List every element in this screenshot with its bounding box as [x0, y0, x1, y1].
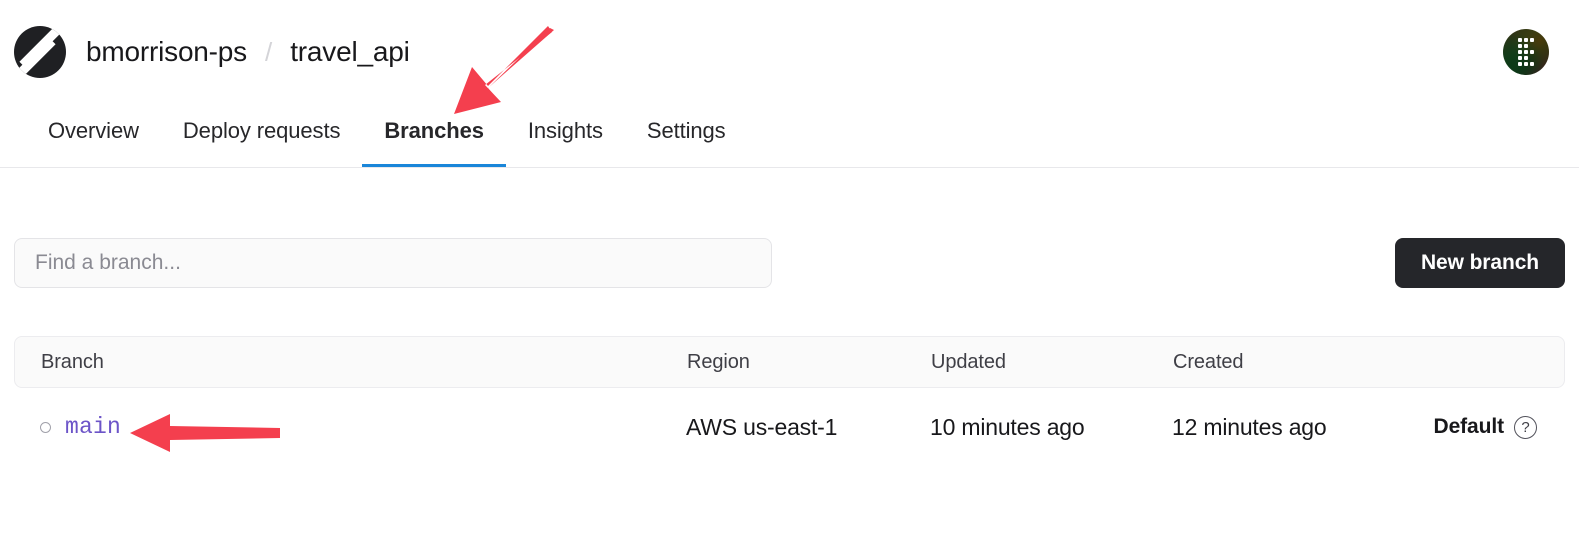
primary-nav: Overview Deploy requests Branches Insigh…: [0, 104, 1579, 168]
app-header: bmorrison-ps / travel_api: [0, 0, 1579, 104]
breadcrumb-database[interactable]: travel_api: [290, 36, 410, 68]
planetscale-branches-page: bmorrison-ps / travel_api Overview Deplo…: [0, 0, 1579, 553]
search-input[interactable]: [14, 238, 772, 288]
branch-name-link[interactable]: main: [65, 414, 121, 440]
table-header-row: Branch Region Updated Created: [14, 336, 1565, 388]
column-header-updated: Updated: [931, 350, 1006, 373]
column-header-created: Created: [1173, 350, 1244, 373]
tab-settings[interactable]: Settings: [625, 104, 748, 166]
cell-region: AWS us-east-1: [686, 413, 838, 440]
brand-breadcrumb: bmorrison-ps / travel_api: [14, 26, 410, 78]
breadcrumb-organization[interactable]: bmorrison-ps: [86, 36, 247, 68]
tab-overview[interactable]: Overview: [26, 104, 161, 166]
new-branch-button[interactable]: New branch: [1394, 238, 1565, 288]
column-header-branch: Branch: [41, 350, 104, 373]
tab-insights[interactable]: Insights: [506, 104, 625, 166]
breadcrumb-separator: /: [264, 36, 273, 67]
branch-status-circle-icon: [40, 421, 51, 433]
planetscale-logo-icon[interactable]: [14, 26, 66, 78]
breadcrumb: bmorrison-ps / travel_api: [86, 36, 410, 68]
tab-deploy-requests[interactable]: Deploy requests: [161, 104, 362, 166]
cell-default-badge: Default ?: [1422, 415, 1565, 439]
branches-table: Branch Region Updated Created main AWS u…: [14, 336, 1565, 466]
cell-updated: 10 minutes ago: [930, 413, 1085, 440]
branches-toolbar: New branch: [14, 238, 1565, 288]
table-row[interactable]: main AWS us-east-1 10 minutes ago 12 min…: [14, 388, 1565, 466]
avatar[interactable]: [1503, 29, 1549, 75]
help-circle-icon[interactable]: ?: [1514, 415, 1537, 439]
tab-branches[interactable]: Branches: [362, 104, 507, 167]
avatar-pattern-icon: [1518, 38, 1534, 66]
cell-branch[interactable]: main: [40, 414, 686, 440]
status-badge: Default: [1433, 415, 1505, 438]
column-header-region: Region: [687, 350, 750, 373]
cell-created: 12 minutes ago: [1172, 413, 1327, 440]
